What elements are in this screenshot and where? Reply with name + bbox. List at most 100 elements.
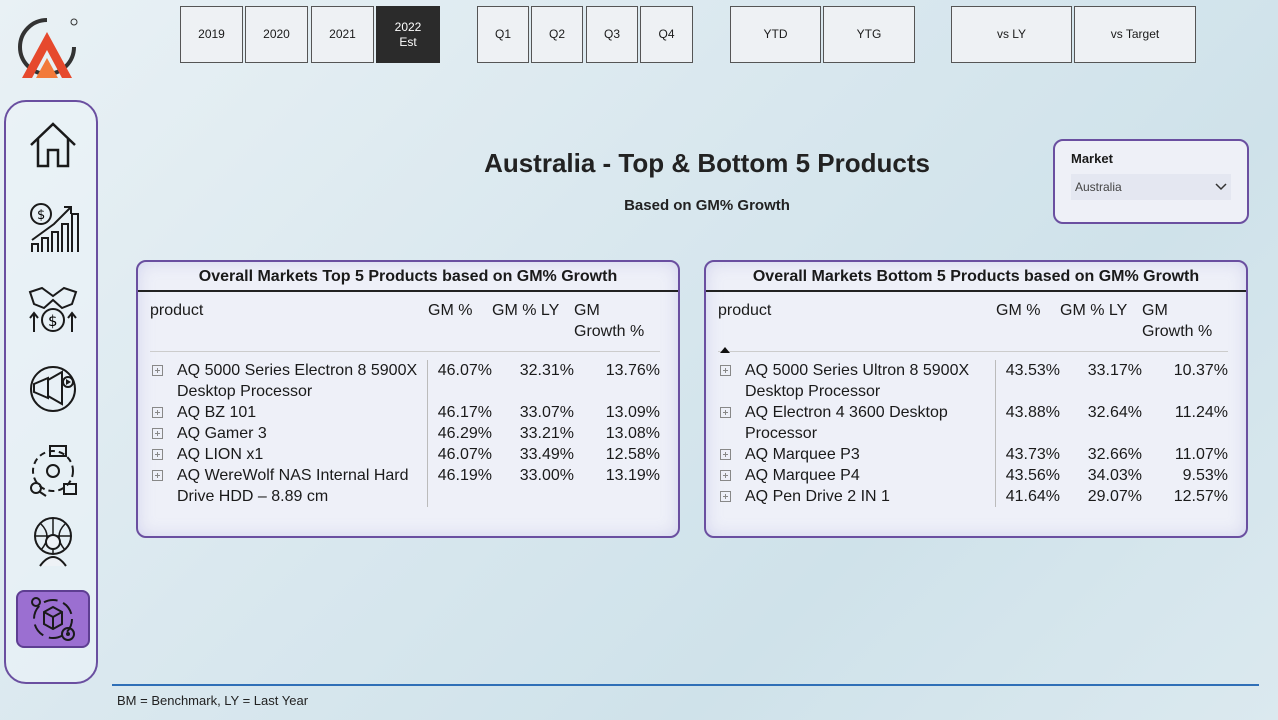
quarter-button-q1[interactable]: Q1 bbox=[477, 6, 529, 63]
expand-icon[interactable] bbox=[152, 407, 163, 418]
gm-growth-value: 10.37% bbox=[1173, 362, 1228, 379]
marketing-icon bbox=[30, 366, 76, 412]
page-title: Australia - Top & Bottom 5 Products bbox=[484, 148, 930, 178]
product-name: AQ BZ 101 bbox=[177, 404, 257, 421]
table-row: AQ Gamer 3 46.29% 33.21% 13.08% bbox=[150, 423, 660, 444]
year-button-2021[interactable]: 2021 bbox=[311, 6, 374, 63]
column-header-gm[interactable]: GM % bbox=[428, 300, 492, 351]
sidebar-nav: $ $ bbox=[4, 100, 98, 684]
expand-icon[interactable] bbox=[152, 470, 163, 481]
expand-icon[interactable] bbox=[152, 365, 163, 376]
quarter-button-q4[interactable]: Q4 bbox=[640, 6, 693, 63]
gm-ly-value: 33.07% bbox=[519, 404, 574, 421]
period-button-ytd[interactable]: YTD bbox=[730, 6, 821, 63]
product-name: AQ Gamer 3 bbox=[177, 425, 267, 442]
expand-icon[interactable] bbox=[152, 449, 163, 460]
table-row: AQ Electron 4 3600 Desktop Processor 43.… bbox=[718, 402, 1228, 444]
column-header-gm-growth-line1: GM bbox=[1142, 302, 1168, 319]
gm-ly-value: 34.03% bbox=[1087, 467, 1142, 484]
bottom-products-title: Overall Markets Bottom 5 Products based … bbox=[706, 262, 1246, 292]
gm-value: 43.73% bbox=[1005, 446, 1060, 463]
gm-growth-value: 12.58% bbox=[605, 446, 660, 463]
page-subtitle: Based on GM% Growth bbox=[624, 197, 790, 214]
gm-value: 41.64% bbox=[1005, 488, 1060, 505]
nav-supply-chain[interactable] bbox=[16, 442, 90, 500]
gm-value: 43.53% bbox=[1005, 362, 1060, 379]
column-header-gm[interactable]: GM % bbox=[996, 300, 1060, 351]
column-header-gm-ly[interactable]: GM % LY bbox=[492, 300, 574, 351]
gm-growth-value: 9.53% bbox=[1182, 467, 1228, 484]
quarter-button-q3[interactable]: Q3 bbox=[586, 6, 638, 63]
year-label: 2019 bbox=[198, 27, 225, 41]
gm-growth-value: 13.19% bbox=[605, 467, 660, 484]
gm-value: 46.07% bbox=[437, 446, 492, 463]
sort-ascending-icon bbox=[720, 347, 730, 353]
gm-ly-value: 32.64% bbox=[1087, 404, 1142, 421]
column-header-product[interactable]: product bbox=[150, 300, 428, 351]
gm-growth-value: 13.76% bbox=[605, 362, 660, 379]
top-products-table: product GM % GM % LY GM Growth % AQ 5000… bbox=[150, 300, 660, 507]
svg-text:$: $ bbox=[48, 312, 58, 330]
nav-sales[interactable]: $ bbox=[16, 280, 90, 338]
column-header-gm-ly[interactable]: GM % LY bbox=[1060, 300, 1142, 351]
year-button-2019[interactable]: 2019 bbox=[180, 6, 243, 63]
column-header-gm-growth-line1: GM bbox=[574, 302, 600, 319]
expand-icon[interactable] bbox=[720, 365, 731, 376]
product-name: AQ Marquee P3 bbox=[745, 446, 860, 463]
product-name: AQ 5000 Series Ultron 8 5900X Desktop Pr… bbox=[745, 362, 970, 400]
gm-ly-value: 32.31% bbox=[519, 362, 574, 379]
sales-handshake-icon: $ bbox=[28, 286, 78, 332]
table-body: AQ 5000 Series Ultron 8 5900X Desktop Pr… bbox=[718, 352, 1228, 507]
period-button-ytg[interactable]: YTG bbox=[823, 6, 915, 63]
gm-growth-value: 11.24% bbox=[1174, 404, 1228, 421]
table-row: AQ 5000 Series Electron 8 5900X Desktop … bbox=[150, 360, 660, 402]
expand-icon[interactable] bbox=[152, 428, 163, 439]
bottom-products-table: product GM % GM % LY GM Growth % AQ 5000… bbox=[718, 300, 1228, 507]
expand-icon[interactable] bbox=[720, 491, 731, 502]
nav-finance[interactable]: $ bbox=[16, 198, 90, 256]
quarter-label: Q1 bbox=[494, 27, 511, 41]
product-name: AQ Electron 4 3600 Desktop Processor bbox=[745, 404, 948, 442]
compare-button-vs-target[interactable]: vs Target bbox=[1074, 6, 1196, 63]
nav-product-view[interactable] bbox=[16, 590, 90, 648]
gm-ly-value: 33.49% bbox=[519, 446, 574, 463]
gm-value: 43.88% bbox=[1005, 404, 1060, 421]
table-row: AQ 5000 Series Ultron 8 5900X Desktop Pr… bbox=[718, 360, 1228, 402]
year-button-2022-est[interactable]: 2022 Est bbox=[376, 6, 440, 63]
table-row: AQ BZ 101 46.17% 33.07% 13.09% bbox=[150, 402, 660, 423]
nav-marketing[interactable] bbox=[16, 360, 90, 418]
gm-ly-value: 33.21% bbox=[519, 425, 574, 442]
top-products-card: Overall Markets Top 5 Products based on … bbox=[136, 260, 680, 538]
gm-ly-value: 29.07% bbox=[1087, 488, 1142, 505]
year-sublabel: Est bbox=[399, 34, 417, 49]
product-settings-icon bbox=[31, 597, 75, 641]
table-row: AQ WereWolf NAS Internal Hard Drive HDD … bbox=[150, 465, 660, 507]
period-label: YTG bbox=[856, 27, 882, 41]
gm-ly-value: 32.66% bbox=[1087, 446, 1142, 463]
market-slicer: Market Australia bbox=[1053, 139, 1249, 224]
column-header-gm-growth[interactable]: GM Growth % bbox=[574, 300, 660, 351]
quarter-label: Q2 bbox=[548, 27, 565, 41]
nav-executive[interactable] bbox=[16, 512, 90, 570]
gm-ly-value: 33.17% bbox=[1087, 362, 1142, 379]
market-dropdown[interactable]: Australia bbox=[1071, 174, 1231, 200]
year-button-2020[interactable]: 2020 bbox=[245, 6, 308, 63]
nav-home[interactable] bbox=[16, 116, 90, 174]
market-dropdown-value: Australia bbox=[1075, 180, 1122, 194]
expand-icon[interactable] bbox=[720, 407, 731, 418]
table-header: product GM % GM % LY GM Growth % bbox=[150, 300, 660, 352]
column-header-gm-growth-line2: Growth % bbox=[574, 323, 645, 340]
expand-icon[interactable] bbox=[720, 449, 731, 460]
chevron-down-icon bbox=[1215, 183, 1227, 191]
gm-growth-value: 12.57% bbox=[1173, 488, 1228, 505]
column-header-gm-growth[interactable]: GM Growth % bbox=[1142, 300, 1228, 351]
gm-value: 43.56% bbox=[1005, 467, 1060, 484]
quarter-button-q2[interactable]: Q2 bbox=[531, 6, 583, 63]
compare-button-vs-ly[interactable]: vs LY bbox=[951, 6, 1072, 63]
atliq-logo bbox=[18, 18, 78, 78]
gm-value: 46.29% bbox=[437, 425, 492, 442]
table-row: AQ Pen Drive 2 IN 1 41.64% 29.07% 12.57% bbox=[718, 486, 1228, 507]
expand-icon[interactable] bbox=[720, 470, 731, 481]
column-header-product[interactable]: product bbox=[718, 300, 996, 351]
finance-growth-icon: $ bbox=[30, 203, 79, 252]
